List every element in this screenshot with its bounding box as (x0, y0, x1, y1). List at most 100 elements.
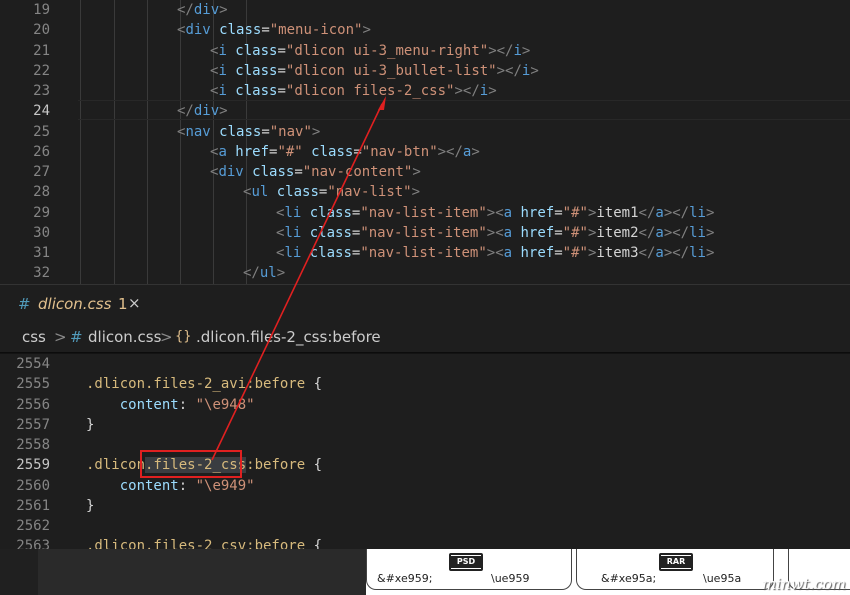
code-token: ></ (663, 245, 690, 261)
code-line[interactable]: 21 <i class="dlicon ui-3_menu-right"></i> (0, 41, 850, 61)
code-token: nav (185, 123, 220, 140)
code-line[interactable]: 23 <i class="dlicon files-2_css"></i> (0, 81, 850, 101)
code-text: <ul class="nav-list"> (243, 182, 420, 202)
code-token: > (219, 2, 228, 18)
code-text: <i class="dlicon files-2_css"></i> (210, 81, 497, 101)
code-token: li (284, 204, 310, 221)
code-line[interactable]: 2562 (0, 516, 850, 536)
code-token: = (277, 62, 286, 79)
code-token: "\e949" (195, 477, 255, 494)
code-token: class (235, 42, 278, 59)
code-line[interactable]: 30 <li class="nav-list-item"><a href="#">… (0, 223, 850, 243)
code-line[interactable]: 20 <div class="menu-icon"> (0, 20, 850, 40)
code-text: <div class="nav-content"> (210, 162, 421, 182)
css-file-icon: # (18, 295, 31, 313)
code-token: .dlicon.files-2_csv:before (86, 538, 306, 549)
code-token: } (86, 416, 95, 433)
code-line[interactable]: 2559 .dlicon.files-2_css:before { (0, 455, 850, 475)
code-text: <a href="#" class="nav-btn"></a> (210, 142, 480, 162)
code-line[interactable]: 2557} (0, 415, 850, 435)
breadcrumb-symbol[interactable]: .dlicon.files-2_css:before (196, 328, 381, 346)
tab-dlicon-css[interactable]: # dlicon.css 1 × (0, 285, 148, 325)
line-number: 2555 (16, 376, 50, 393)
code-token: "nav-content" (302, 164, 413, 180)
code-token: </ (177, 2, 194, 18)
code-line[interactable]: 2558 (0, 435, 850, 455)
code-token: div (185, 22, 220, 39)
line-number: 28 (33, 184, 50, 201)
code-text: <i class="dlicon ui-3_menu-right"></i> (210, 41, 530, 61)
code-token: "#" (562, 204, 588, 221)
code-token: </ (243, 265, 260, 282)
line-number: 26 (33, 143, 50, 160)
code-line[interactable]: 32 </ul> (0, 263, 850, 283)
code-token: class (235, 62, 278, 79)
code-token: >< (486, 245, 504, 261)
code-line[interactable]: 25 <nav class="nav"> (0, 122, 850, 142)
line-number: 29 (33, 204, 50, 221)
code-token: </ (638, 204, 656, 221)
code-text: <li class="nav-list-item"><a href="#">it… (276, 203, 714, 223)
code-token: class (219, 22, 262, 39)
code-line[interactable]: 31 <li class="nav-list-item"><a href="#">… (0, 243, 850, 263)
code-token: "menu-icon" (269, 22, 363, 39)
code-token: item2 (596, 224, 639, 241)
line-number: 25 (33, 123, 50, 140)
editor-pane-html[interactable]: 19 </div> 20 <div class="menu-icon"> 21 <i cl… (0, 0, 850, 284)
code-text: <div class="menu-icon"> (177, 20, 371, 40)
code-line[interactable]: 27 <div class="nav-content"> (0, 162, 850, 182)
code-token: > (705, 245, 715, 261)
code-token: > (471, 143, 480, 160)
line-number: 27 (33, 164, 50, 180)
code-line[interactable]: 19 </div> (0, 0, 850, 20)
code-text: content: "\e949" (86, 476, 255, 496)
code-line[interactable]: 22 <i class="dlicon ui-3_bullet-list"></i… (0, 61, 850, 81)
code-token: "nav-list-item" (360, 224, 487, 241)
code-token: "nav-list-item" (360, 245, 487, 261)
code-token: a (218, 143, 236, 160)
code-token: ul (251, 184, 277, 201)
line-number: 2560 (16, 477, 50, 494)
icon-entity: &#xe95a; (601, 572, 657, 585)
code-token: li (689, 224, 706, 241)
icon-unicode: \ue959 (491, 572, 530, 585)
code-line[interactable]: 2555 .dlicon.files-2_avi:before { (0, 374, 850, 394)
code-token: ></ (488, 42, 514, 59)
code-token: "dlicon ui-3_bullet-list" (285, 62, 497, 79)
code-token: a (503, 204, 521, 221)
code-token: div (193, 103, 220, 120)
code-line[interactable]: 2563 .dlicon.files-2_csv:before { (0, 536, 850, 549)
code-token: : (178, 396, 196, 413)
code-line[interactable]: 28 <ul class="nav-list"> (0, 182, 850, 202)
code-token: "#" (562, 245, 588, 261)
dark-panel (38, 549, 366, 595)
code-token: item3 (596, 245, 639, 261)
code-token: "#" (277, 143, 312, 160)
code-token: class (309, 245, 352, 261)
breadcrumb-folder[interactable]: css (22, 328, 46, 346)
code-token: a (503, 245, 521, 261)
code-line[interactable]: 26 <a href="#" class="nav-btn"></a> (0, 142, 850, 162)
close-icon[interactable]: × (128, 294, 141, 312)
breadcrumb-file[interactable]: dlicon.css (88, 328, 161, 346)
code-token: ></ (437, 143, 463, 160)
code-line[interactable]: 24 </div> (0, 101, 850, 121)
line-number: 2562 (16, 518, 50, 534)
editor-pane-css[interactable]: 2554 2555 .dlicon.files-2_avi:before {2556… (0, 354, 850, 549)
code-token: = (554, 245, 563, 261)
code-line[interactable]: 2556 content: "\e948" (0, 395, 850, 415)
line-number: 2554 (16, 356, 50, 372)
rar-file-icon: RAR (659, 553, 693, 571)
code-line[interactable]: 2561} (0, 496, 850, 516)
chevron-right-icon: > (54, 328, 67, 346)
line-number: 23 (33, 83, 50, 99)
code-token: > (362, 22, 371, 39)
code-token: "nav-list-item" (360, 204, 487, 221)
breadcrumb: css > # dlicon.css > {} .dlicon.files-2_… (0, 324, 850, 354)
code-token: </ (638, 245, 656, 261)
code-line[interactable]: 2554 (0, 354, 850, 374)
code-line[interactable]: 2560 content: "\e949" (0, 476, 850, 496)
code-token: content (119, 396, 179, 413)
code-line[interactable]: 29 <li class="nav-list-item"><a href="#">… (0, 203, 850, 223)
